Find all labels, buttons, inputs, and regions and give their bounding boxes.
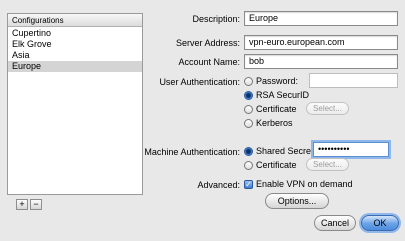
- machine-certificate-radio[interactable]: [244, 161, 253, 170]
- machine-authentication-label: Machine Authentication:: [144, 147, 240, 157]
- server-address-field[interactable]: vpn-euro.european.com: [244, 35, 398, 50]
- account-name-label: Account Name:: [178, 57, 240, 67]
- kerberos-option-label: Kerberos: [256, 118, 293, 128]
- certificate-option-label: Certificate: [256, 104, 297, 114]
- kerberos-radio[interactable]: [244, 119, 253, 128]
- add-configuration-button[interactable]: +: [16, 199, 28, 210]
- options-button[interactable]: Options...: [265, 193, 329, 209]
- certificate-radio[interactable]: [244, 105, 253, 114]
- user-authentication-label: User Authentication:: [159, 77, 240, 87]
- shared-secret-field[interactable]: ••••••••••: [313, 142, 389, 157]
- cancel-button[interactable]: Cancel: [314, 215, 356, 231]
- machine-certificate-option-label: Certificate: [256, 160, 297, 170]
- ok-button[interactable]: OK: [361, 215, 399, 231]
- account-name-field[interactable]: bob: [244, 54, 398, 69]
- shared-secret-option-label: Shared Secret:: [256, 146, 317, 156]
- machine-certificate-select-button[interactable]: Select...: [306, 158, 349, 171]
- rsa-securid-option-label: RSA SecurID: [256, 90, 310, 100]
- password-option-label: Password:: [256, 76, 299, 86]
- rsa-securid-radio[interactable]: [244, 91, 253, 100]
- remove-configuration-button[interactable]: −: [30, 199, 42, 210]
- certificate-select-button[interactable]: Select...: [306, 102, 349, 115]
- description-label: Description:: [192, 14, 240, 24]
- shared-secret-radio[interactable]: [244, 147, 253, 156]
- password-field[interactable]: [309, 73, 398, 88]
- enable-vpn-label: Enable VPN on demand: [256, 179, 353, 189]
- description-field[interactable]: Europe: [244, 11, 398, 26]
- advanced-label: Advanced:: [197, 180, 240, 190]
- enable-vpn-checkbox[interactable]: ✓: [244, 180, 253, 189]
- server-address-label: Server Address:: [175, 38, 240, 48]
- password-radio[interactable]: [244, 77, 253, 86]
